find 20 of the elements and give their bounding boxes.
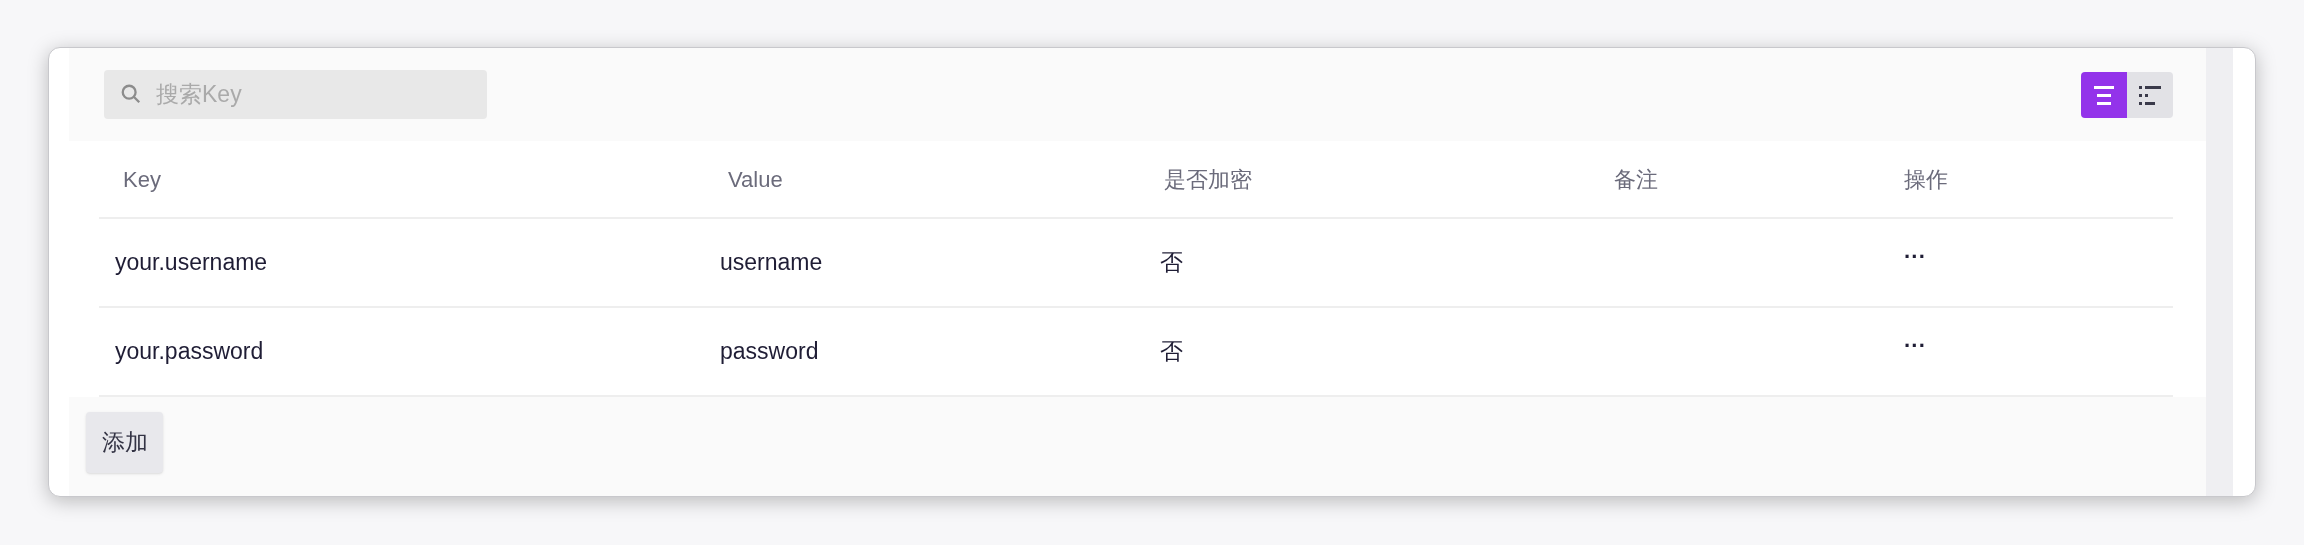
- column-header: 是否加密: [1163, 165, 1252, 194]
- table-cell-text: 否: [1159, 337, 1183, 367]
- more-actions-button[interactable]: ···: [1904, 334, 1926, 357]
- more-actions-button[interactable]: ···: [1904, 245, 1926, 268]
- column-header: Key: [122, 165, 161, 194]
- column-header: 备注: [1613, 165, 1658, 194]
- column-header: 操作: [1903, 165, 1948, 194]
- list-icon: [2138, 83, 2162, 106]
- view-toggle-button[interactable]: [2081, 71, 2127, 118]
- search-field[interactable]: 搜索Key: [104, 70, 487, 119]
- table-cell-text: 否: [1159, 248, 1183, 278]
- table-cell-text: your.password: [114, 337, 264, 367]
- search-icon: [120, 83, 142, 105]
- menu-icon: [2092, 83, 2116, 106]
- table-cell-text: your.username: [114, 248, 268, 278]
- view-toggle-button[interactable]: [2127, 71, 2173, 118]
- add-button[interactable]: 添加: [86, 412, 163, 473]
- table-cell-text: password: [719, 337, 819, 367]
- column-header: Value: [727, 165, 783, 194]
- table-cell-text: username: [719, 248, 823, 278]
